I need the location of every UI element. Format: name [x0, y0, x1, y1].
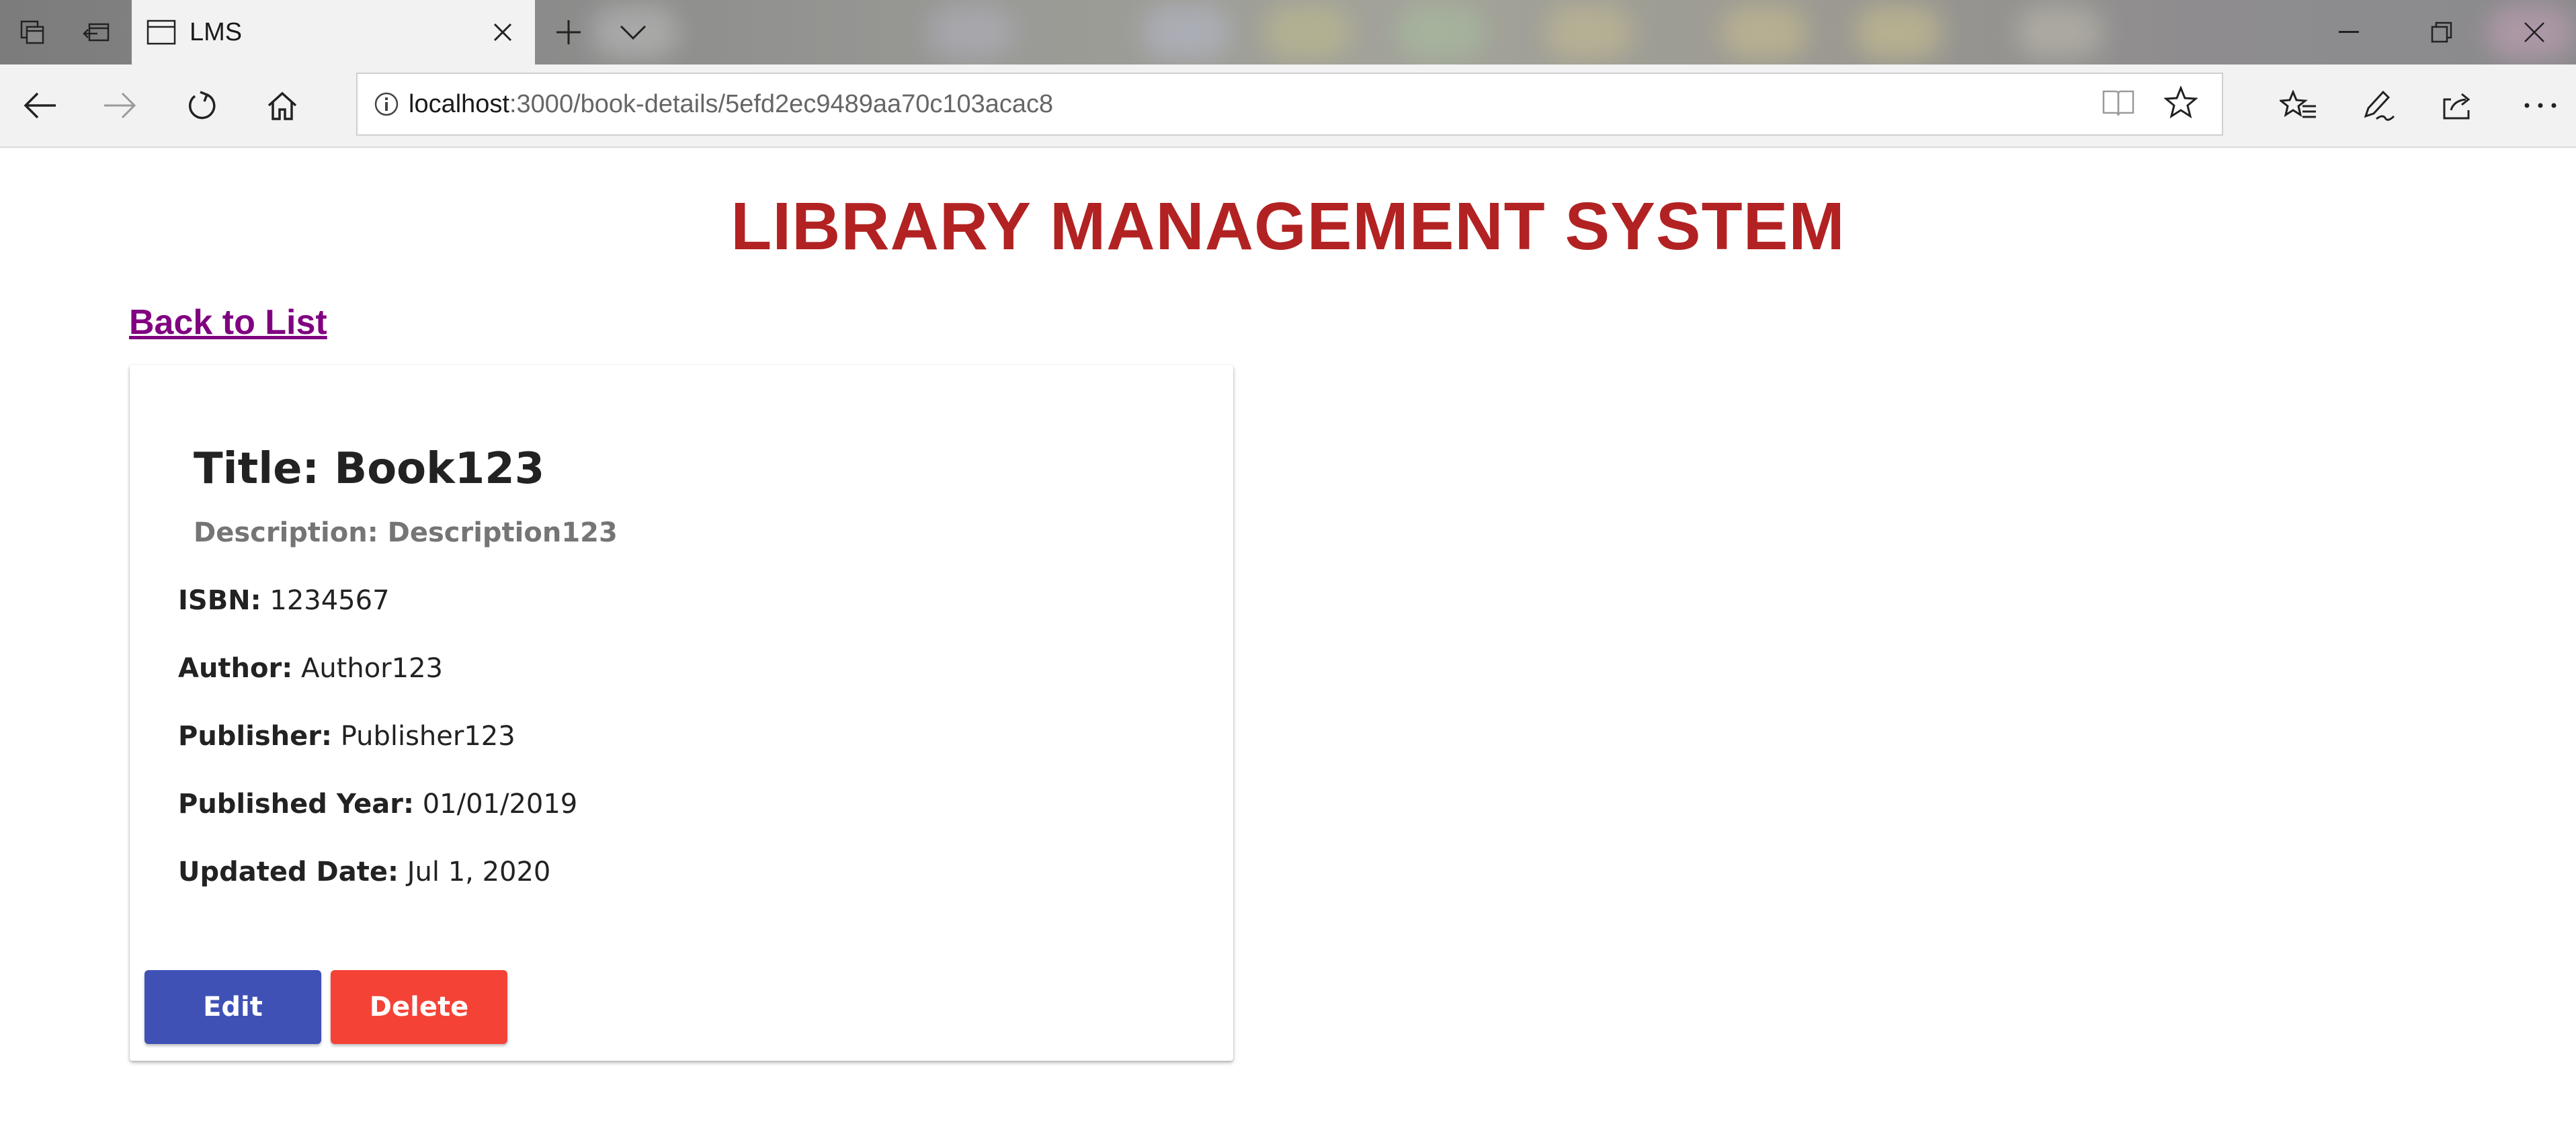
star-icon[interactable] [2164, 86, 2198, 120]
publisher-label: Publisher: [178, 721, 332, 752]
chevron-down-icon[interactable] [601, 0, 665, 64]
share-icon[interactable] [2426, 73, 2491, 138]
navigation-bar: localhost:3000/book-details/5efd2ec9489a… [0, 64, 2576, 148]
restore-icon[interactable] [2395, 0, 2488, 64]
favorites-icon[interactable] [2266, 73, 2331, 138]
published-year-value: 01/01/2019 [422, 789, 578, 820]
tab-sets-icon[interactable] [0, 0, 65, 64]
pen-icon[interactable] [2345, 73, 2410, 138]
reading-view-icon[interactable] [2102, 87, 2134, 118]
page-icon [147, 19, 176, 45]
publisher-field: Publisher: Publisher123 [178, 721, 515, 752]
browser-tab[interactable]: LMS [132, 0, 535, 64]
close-icon[interactable] [487, 16, 519, 48]
forward-arrow-icon[interactable] [87, 73, 152, 138]
back-arrow-icon[interactable] [8, 73, 73, 138]
book-description: Description: Description123 [194, 517, 618, 548]
back-to-list-link[interactable]: Back to List [129, 302, 327, 343]
author-value: Author123 [300, 653, 443, 684]
refresh-icon[interactable] [169, 73, 234, 138]
updated-date-field: Updated Date: Jul 1, 2020 [178, 857, 550, 887]
author-field: Author: Author123 [178, 653, 443, 684]
published-year-field: Published Year: 01/01/2019 [178, 789, 577, 820]
book-details-card: Title: Book123 Description: Description1… [130, 365, 1233, 1061]
isbn-label: ISBN: [178, 585, 261, 616]
tabs-aside-icon[interactable] [65, 0, 129, 64]
url-text[interactable]: localhost:3000/book-details/5efd2ec9489a… [409, 90, 1053, 119]
close-icon[interactable] [2488, 0, 2576, 64]
plus-icon[interactable] [536, 0, 601, 64]
more-icon[interactable] [2508, 73, 2573, 138]
edit-button[interactable]: Edit [144, 970, 321, 1044]
address-bar[interactable]: localhost:3000/book-details/5efd2ec9489a… [356, 73, 2223, 136]
author-label: Author: [178, 653, 293, 684]
tab-strip: LMS [0, 0, 2576, 64]
minimize-icon[interactable] [2302, 0, 2395, 64]
delete-button[interactable]: Delete [331, 970, 507, 1044]
isbn-value: 1234567 [269, 585, 390, 616]
isbn-field: ISBN: 1234567 [178, 585, 390, 616]
book-title: Title: Book123 [194, 444, 545, 494]
tab-title: LMS [190, 17, 243, 46]
publisher-value: Publisher123 [340, 721, 515, 752]
published-year-label: Published Year: [178, 789, 414, 820]
updated-date-label: Updated Date: [178, 857, 399, 887]
page-title: LIBRARY MANAGEMENT SYSTEM [731, 189, 1845, 264]
home-icon[interactable] [250, 73, 315, 138]
info-icon[interactable] [374, 91, 399, 117]
updated-date-value: Jul 1, 2020 [407, 857, 551, 887]
